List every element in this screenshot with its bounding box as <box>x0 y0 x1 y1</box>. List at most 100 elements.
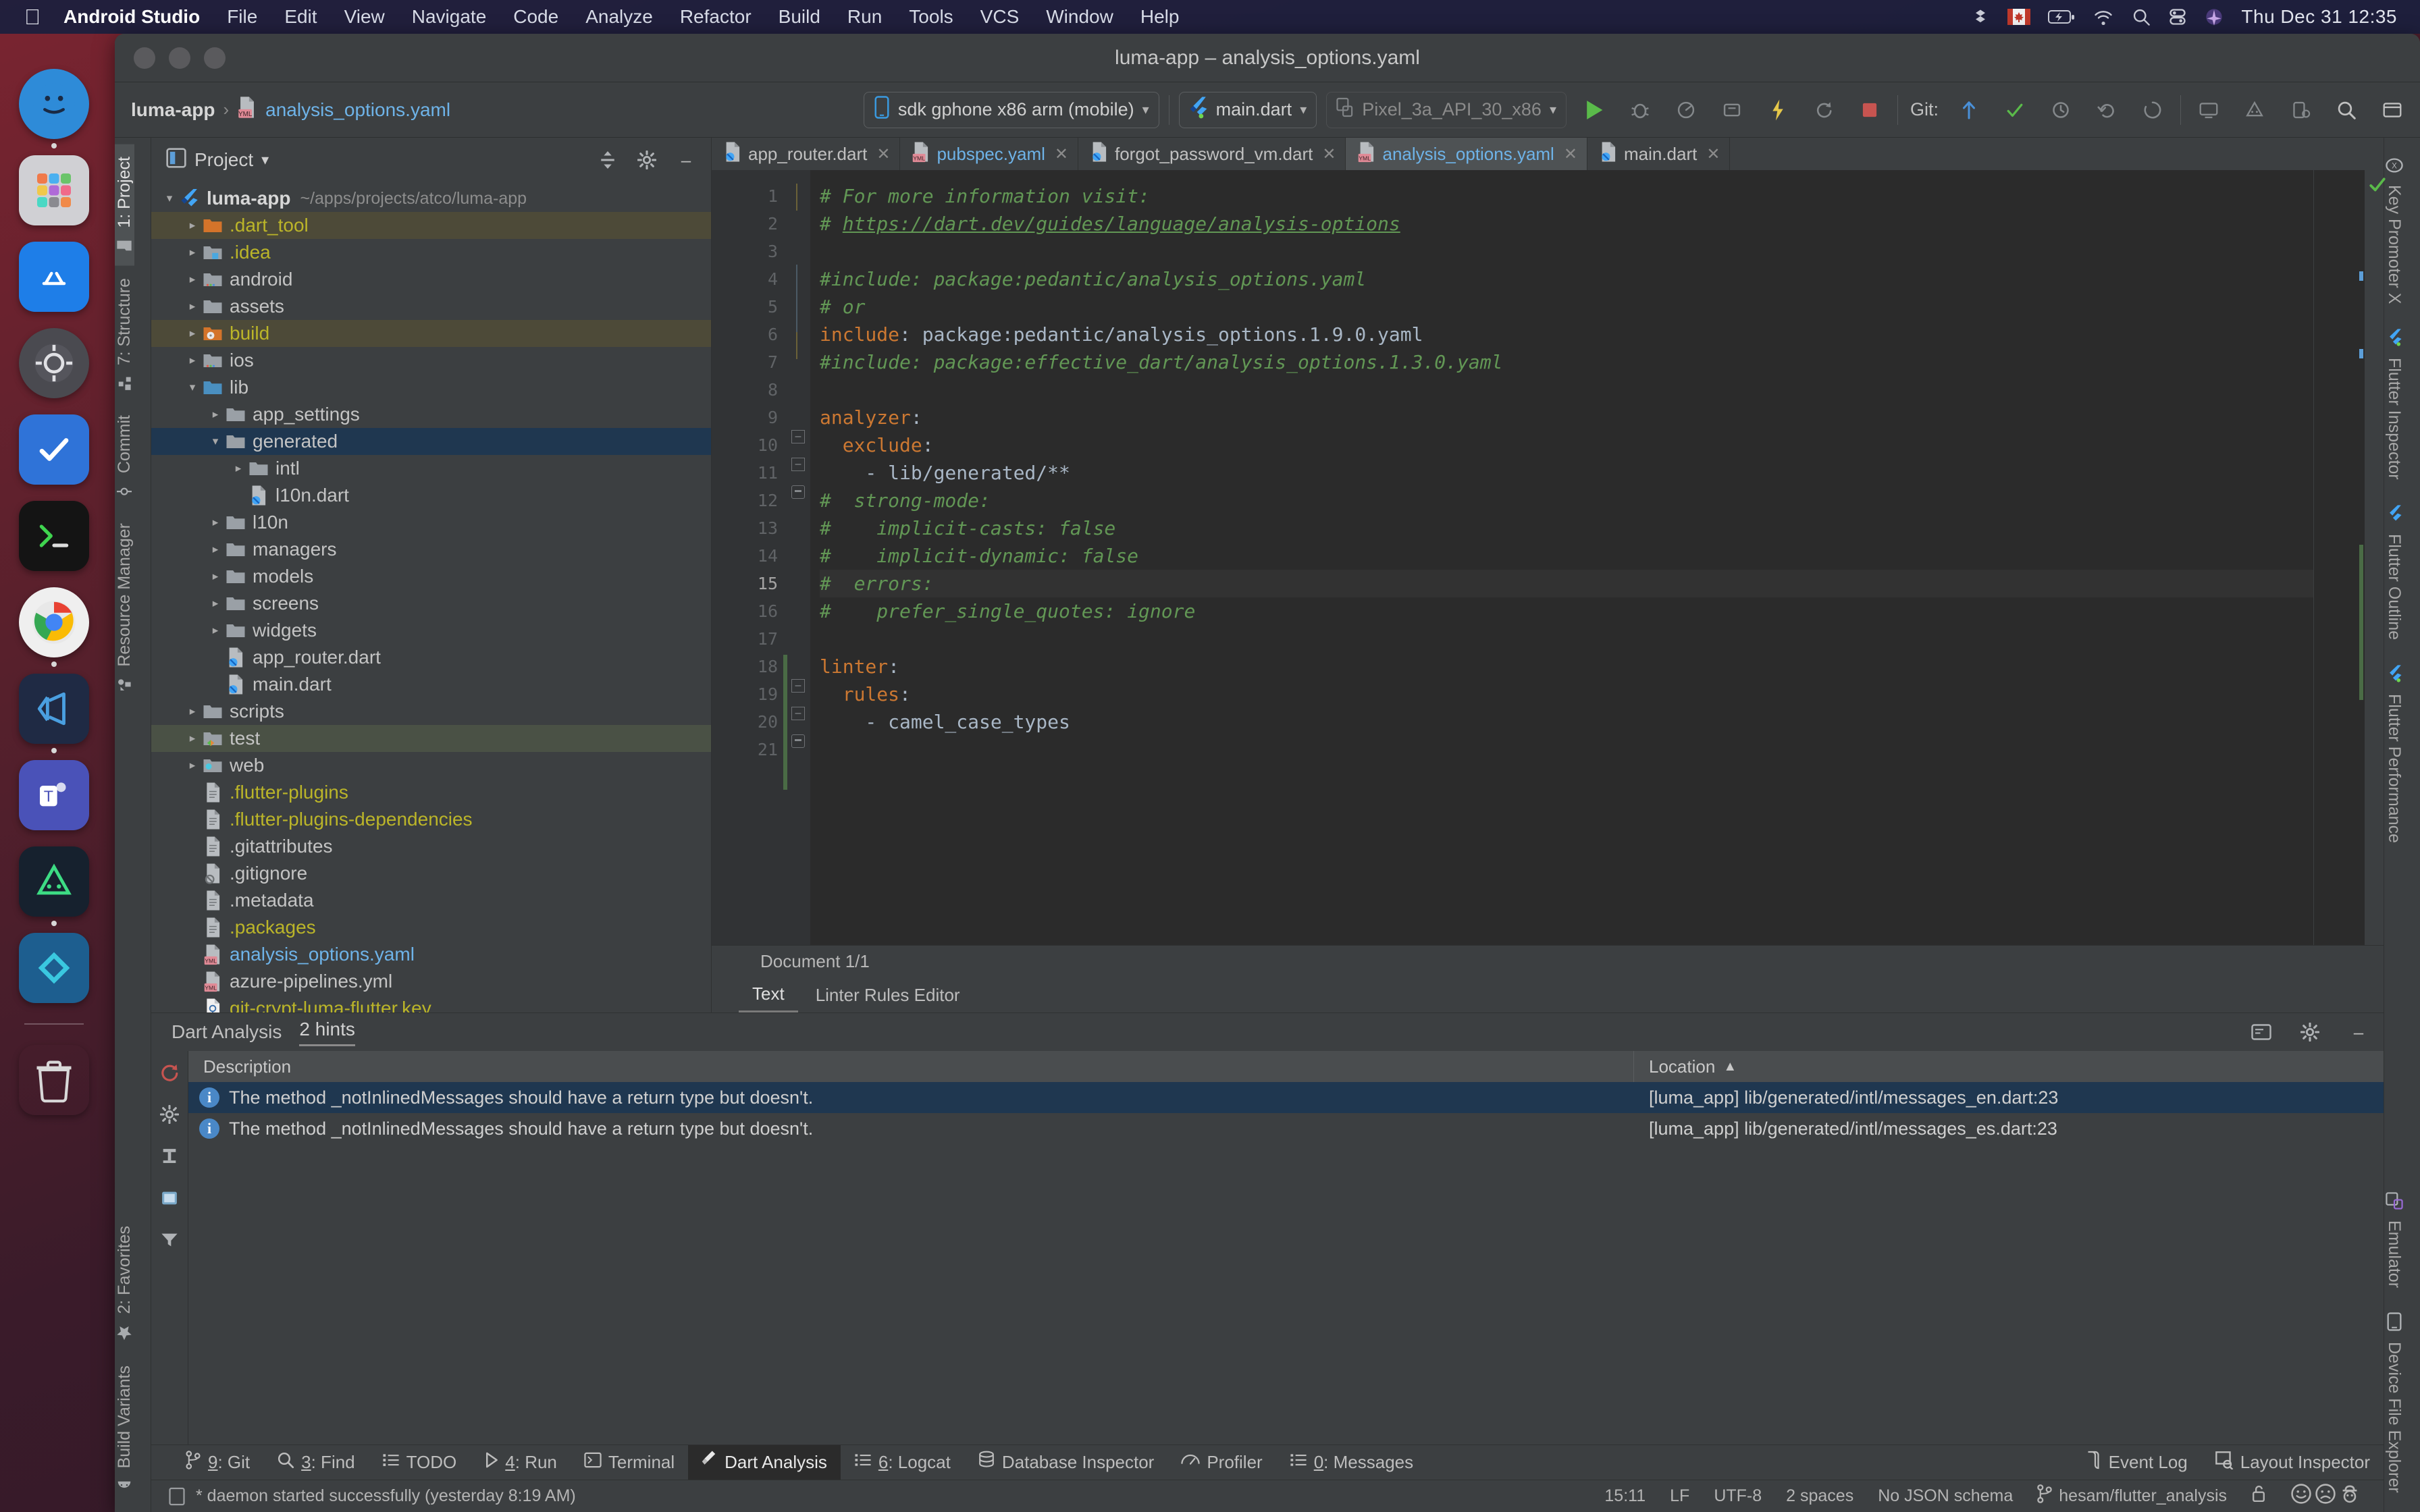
fold-toggle-icon[interactable]: – <box>791 458 805 471</box>
tree-item-models[interactable]: ▸ models <box>151 563 711 590</box>
git-history-button[interactable] <box>2134 92 2171 128</box>
dropbox-icon[interactable] <box>1971 7 1990 26</box>
sidebar-item-flutter-inspector[interactable]: Flutter Inspector <box>2384 316 2404 492</box>
sad-face-icon[interactable] <box>2315 1483 2336 1509</box>
tree-item-scripts[interactable]: ▸ scripts <box>151 698 711 725</box>
run-config-selector[interactable]: main.dart ▾ <box>1178 91 1317 128</box>
breadcrumb-project[interactable]: luma-app <box>131 99 215 121</box>
close-button[interactable] <box>134 47 155 69</box>
filter-icon[interactable] <box>155 1225 184 1255</box>
tree-item-analysis-options-yaml[interactable]: YML analysis_options.yaml <box>151 941 711 968</box>
code-line[interactable] <box>820 736 2313 763</box>
sourcetree-icon[interactable] <box>19 933 89 1003</box>
tree-item-azure-pipelines-yml[interactable]: YML azure-pipelines.yml <box>151 968 711 995</box>
tool-window-0-messages[interactable]: 0: Messages <box>1276 1445 1427 1480</box>
canada-flag-icon[interactable] <box>2007 9 2031 25</box>
wifi-icon[interactable] <box>2093 9 2114 25</box>
hide-panel-icon[interactable]: – <box>670 144 702 176</box>
code-area[interactable]: 1 2 3 4 5 6 7 8 9 10 11 12 13 14 15 16 17 18 19 20 21 – – ━ … <box>712 170 2386 945</box>
tree-item-main-dart[interactable]: main.dart <box>151 671 711 698</box>
analysis-rows[interactable]: i The method _notInlinedMessages should h… <box>188 1082 2384 1144</box>
code-folding-column[interactable]: – – ━ – – ━ <box>783 170 810 945</box>
tree-item-l10n[interactable]: ▸ l10n <box>151 509 711 536</box>
tool-window-9-git[interactable]: 9: Git <box>172 1445 263 1480</box>
sidebar-item-project[interactable]: 1: Project <box>115 144 134 266</box>
tree-item-luma-app[interactable]: ▾ luma-app ~/apps/projects/atco/luma-app <box>151 185 711 212</box>
sidebar-item-resource-manager[interactable]: Resource Manager <box>115 511 134 705</box>
export-icon[interactable] <box>155 1183 184 1213</box>
code-link[interactable]: https://dart.dev/guides/language/analysi… <box>843 213 1400 235</box>
close-icon[interactable]: ✕ <box>1052 144 1068 164</box>
tree-item-l10n-dart[interactable]: l10n.dart <box>151 482 711 509</box>
fold-end-icon[interactable]: ━ <box>791 734 805 748</box>
hide-panel-icon[interactable]: – <box>2343 1017 2374 1048</box>
device-selector[interactable]: sdk gphone x86 arm (mobile) ▾ <box>863 91 1159 128</box>
chevron-right-icon[interactable]: ▸ <box>184 705 201 718</box>
vscode-icon[interactable] <box>19 674 89 753</box>
chevron-down-icon[interactable]: ▾ <box>184 381 201 394</box>
column-header-description[interactable]: Description <box>188 1051 1634 1082</box>
tree-item-widgets[interactable]: ▸ widgets <box>151 617 711 644</box>
sidebar-item-favorites[interactable]: 2: Favorites <box>115 1214 134 1353</box>
indent-setting[interactable]: 2 spaces <box>1774 1486 1866 1506</box>
things-todo-icon[interactable] <box>19 414 89 485</box>
menu-run[interactable]: Run <box>834 6 895 28</box>
tree-item-assets[interactable]: ▸ assets <box>151 293 711 320</box>
menu-tools[interactable]: Tools <box>895 6 966 28</box>
chevron-right-icon[interactable]: ▸ <box>207 597 224 610</box>
flutter-hot-restart-button[interactable] <box>1806 92 1842 128</box>
tree-item-build[interactable]: ▸ build <box>151 320 711 347</box>
chevron-right-icon[interactable]: ▸ <box>184 219 201 232</box>
analysis-location-cell[interactable]: [luma_app] lib/generated/intl/messages_e… <box>1634 1087 2384 1108</box>
terminal-icon[interactable] <box>19 501 89 571</box>
menu-edit[interactable]: Edit <box>271 6 330 28</box>
menu-build[interactable]: Build <box>765 6 834 28</box>
tool-window-database-inspector[interactable]: Database Inspector <box>964 1445 1167 1480</box>
fold-toggle-icon[interactable]: – <box>791 679 805 693</box>
code-line[interactable]: # For more information visit: <box>820 182 2313 210</box>
line-separator[interactable]: LF <box>1658 1486 1702 1506</box>
tool-window-4-run[interactable]: 4: Run <box>470 1445 571 1480</box>
chevron-right-icon[interactable]: ▸ <box>207 516 224 529</box>
tree-item-dart-tool[interactable]: ▸ .dart_tool <box>151 212 711 239</box>
code-line[interactable]: #include: package:pedantic/analysis_opti… <box>820 265 2313 293</box>
chevron-right-icon[interactable]: ▸ <box>230 462 247 475</box>
code-text[interactable]: # For more information visit: # https://d… <box>810 170 2313 945</box>
chevron-right-icon[interactable]: ▸ <box>207 408 224 421</box>
tree-item-screens[interactable]: ▸ screens <box>151 590 711 617</box>
teams-icon[interactable]: T <box>19 760 89 830</box>
chevron-right-icon[interactable]: ▸ <box>184 354 201 367</box>
sidebar-item-flutter-outline[interactable]: Flutter Outline <box>2384 492 2404 652</box>
zoom-button[interactable] <box>204 47 226 69</box>
tree-item-app-router-dart[interactable]: app_router.dart <box>151 644 711 671</box>
tree-item-gitignore[interactable]: .gitignore <box>151 860 711 887</box>
detective-face-icon[interactable] <box>2339 1483 2361 1509</box>
android-studio-icon[interactable] <box>19 846 89 926</box>
close-icon[interactable]: ✕ <box>1319 144 1336 164</box>
tool-window-terminal[interactable]: Terminal <box>571 1445 688 1480</box>
tool-window-todo[interactable]: TODO <box>369 1445 471 1480</box>
code-line[interactable] <box>820 625 2313 653</box>
unlocked-icon[interactable] <box>2239 1484 2278 1508</box>
code-line[interactable]: #include: package:effective_dart/analysi… <box>820 348 2313 376</box>
caret-position[interactable]: 15:11 <box>1592 1486 1658 1506</box>
json-schema-status[interactable]: No JSON schema <box>1866 1486 2025 1506</box>
tree-item-metadata[interactable]: .metadata <box>151 887 711 914</box>
pin-icon[interactable] <box>155 1141 184 1171</box>
chevron-down-icon[interactable]: ▾ <box>207 435 224 448</box>
fold-toggle-icon[interactable]: – <box>791 430 805 443</box>
profile-button[interactable] <box>1668 92 1704 128</box>
chevron-down-icon[interactable]: ▾ <box>161 192 178 205</box>
view-tab-text[interactable]: Text <box>739 977 798 1013</box>
analysis-location-cell[interactable]: [luma_app] lib/generated/intl/messages_e… <box>1634 1118 2384 1139</box>
tree-item-web[interactable]: ▸ web <box>151 752 711 779</box>
menu-help[interactable]: Help <box>1127 6 1193 28</box>
chevron-right-icon[interactable]: ▸ <box>184 273 201 286</box>
menu-view[interactable]: View <box>331 6 398 28</box>
tree-item-test[interactable]: ▸ test <box>151 725 711 752</box>
menu-android-studio[interactable]: Android Studio <box>50 6 213 28</box>
editor-tab-main-dart[interactable]: main.dart ✕ <box>1587 138 1731 170</box>
chevron-right-icon[interactable]: ▸ <box>184 327 201 340</box>
chevron-right-icon[interactable]: ▸ <box>207 624 224 637</box>
sidebar-item-key-promoter[interactable]: X Key Promoter X <box>2384 144 2404 316</box>
